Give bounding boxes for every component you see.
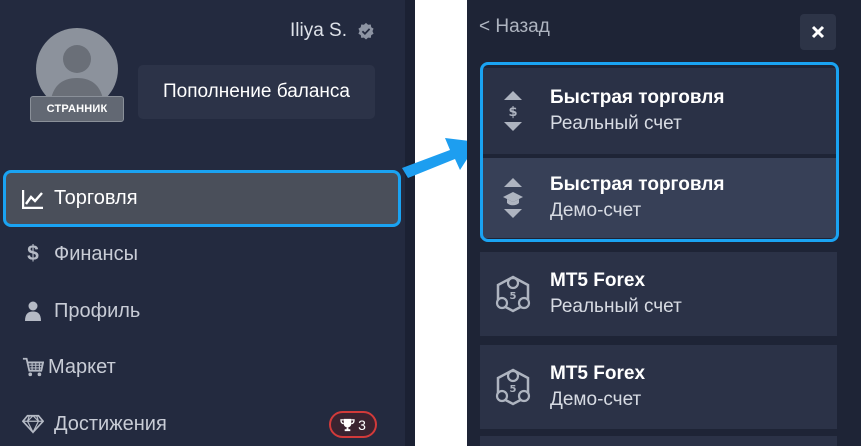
- status-badge: СТРАННИК: [30, 96, 124, 122]
- sidebar-item-label: Маркет: [48, 355, 116, 378]
- svg-text:5: 5: [510, 384, 517, 395]
- achievements-count: 3: [358, 416, 366, 433]
- chart-line-icon: [22, 188, 44, 210]
- username: Iliya S.: [289, 20, 347, 41]
- sidebar-item-label: Достижения: [54, 412, 167, 435]
- sidebar-item-profile[interactable]: Профиль: [8, 287, 398, 335]
- trade-accounts-panel: < Назад $ Быстрая торговля Реальный счет: [467, 0, 861, 446]
- sidebar-item-trading[interactable]: Торговля: [3, 170, 401, 227]
- close-button[interactable]: [800, 14, 836, 50]
- trophy-icon: [340, 418, 355, 431]
- account-title: MT5 Forex: [550, 363, 646, 384]
- quick-trade-highlight: [480, 62, 839, 242]
- verified-icon: [358, 22, 374, 40]
- sidebar-item-label: Финансы: [54, 242, 138, 265]
- back-link[interactable]: < Назад: [479, 16, 550, 38]
- sidebar-edge: [405, 0, 415, 446]
- mt5-icon: 5: [494, 272, 532, 316]
- cart-icon: [22, 356, 44, 378]
- svg-text:5: 5: [510, 291, 517, 302]
- sidebar-item-market[interactable]: Маркет: [8, 343, 398, 391]
- account-title: MT5 Forex: [550, 270, 646, 291]
- close-icon: [811, 25, 825, 39]
- account-card-partial[interactable]: [480, 436, 837, 446]
- account-subtitle: Реальный счет: [550, 296, 682, 317]
- user-icon: [22, 300, 44, 322]
- sidebar-item-finance[interactable]: $ Финансы: [8, 230, 398, 278]
- sidebar-item-label: Профиль: [54, 299, 141, 322]
- diamond-icon: [22, 413, 44, 435]
- mt5-icon: 5: [494, 365, 532, 409]
- sidebar-item-label: Торговля: [54, 187, 138, 209]
- sidebar: СТРАННИК Iliya S. Пополнение баланса Тор…: [0, 0, 405, 446]
- achievements-count-badge: 3: [329, 411, 377, 438]
- account-mt5-real[interactable]: 5 MT5 Forex Реальный счет: [480, 252, 837, 336]
- deposit-button[interactable]: Пополнение баланса: [138, 65, 375, 119]
- account-mt5-demo[interactable]: 5 MT5 Forex Демо-счет: [480, 345, 837, 429]
- dollar-icon: $: [27, 242, 39, 265]
- username-row: Iliya S.: [290, 20, 375, 42]
- account-subtitle: Демо-счет: [550, 389, 642, 410]
